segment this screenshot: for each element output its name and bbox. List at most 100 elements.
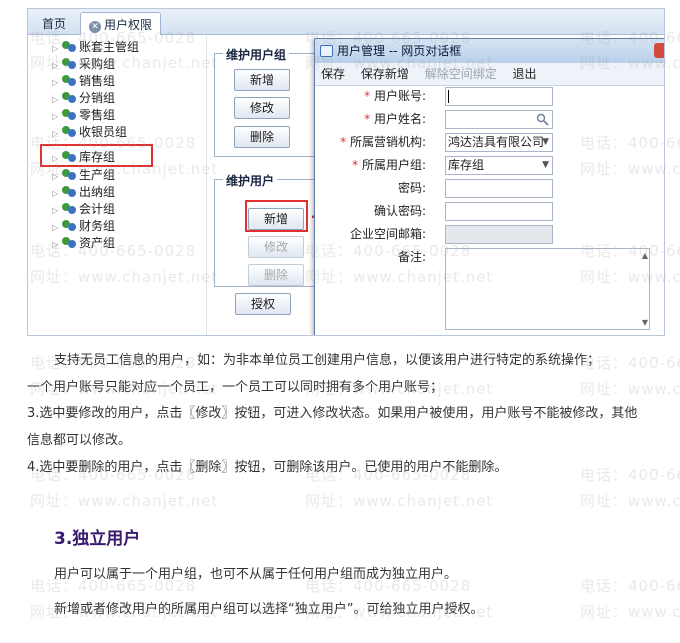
- section-heading: 3.独立用户: [54, 529, 141, 549]
- paragraph-1: 支持无员工信息的用户，如：为非本单位员工创建用户信息，以便该用户进行特定的系统操…: [54, 353, 601, 368]
- unbind-space-button[interactable]: 解除空间绑定: [425, 67, 497, 81]
- expand-arrow-icon[interactable]: ▷: [52, 169, 62, 185]
- tab-home[interactable]: 首页: [34, 12, 74, 35]
- tab-user-permissions[interactable]: ✕ 用户权限: [80, 12, 162, 35]
- close-icon[interactable]: ✕: [89, 21, 101, 33]
- password-input[interactable]: [445, 179, 553, 198]
- paragraph-6: 新增或者修改用户的所属用户组可以选择“独立用户”。可给独立用户授权。: [54, 602, 484, 617]
- dropdown-arrow-icon[interactable]: ▼: [542, 157, 549, 174]
- user-management-dialog: 用户管理 -- 网页对话框 保存 保存新增 解除空间绑定 退出 * 用户账号: …: [314, 38, 664, 335]
- group-label: * 所属用户组:: [352, 158, 426, 172]
- expand-arrow-icon[interactable]: ▷: [52, 237, 62, 253]
- user-group-tree: ▷ 账套主管组 ▷ 采购组 ▷ 销售组 ▷ 分销组 ▷ 零售组 ▷ 收银员组 ▷ 库存组 ▷ 生…: [28, 36, 203, 335]
- edit-user-button[interactable]: 修改: [248, 236, 304, 258]
- dialog-toolbar: 保存 保存新增 解除空间绑定 退出: [315, 63, 664, 85]
- search-icon[interactable]: [536, 113, 549, 126]
- watermark-phone: 电话：400-665-0028: [580, 577, 680, 595]
- tree-item-label: 账套主管组: [79, 40, 140, 54]
- user-maintenance-box: 维护用户 新增 修改 删除: [214, 172, 320, 287]
- user-group-icon: [62, 202, 77, 215]
- watermark-site: 网址：www.chanjet.net: [580, 380, 680, 398]
- tree-item-label: 零售组: [79, 108, 116, 122]
- confirm-password-input[interactable]: [445, 202, 553, 221]
- tree-item-label: 采购组: [79, 57, 116, 71]
- paragraph-3a: 3.选中要修改的用户，点击〖修改〗按钮，可进入修改状态。如果用户被使用，用户账号…: [27, 406, 638, 421]
- tree-item-group[interactable]: ▷ 生产组: [52, 167, 115, 183]
- password-label: 密码:: [397, 181, 426, 195]
- watermark-site: 网址：www.chanjet.net: [305, 492, 494, 510]
- expand-arrow-icon[interactable]: ▷: [52, 58, 62, 74]
- paragraph-4: 4.选中要删除的用户，点击〖删除〗按钮，可删除该用户。已使用的用户不能删除。: [27, 460, 508, 475]
- save-button[interactable]: 保存: [321, 67, 345, 81]
- edit-group-button[interactable]: 修改: [234, 97, 290, 119]
- tree-item-group[interactable]: ▷ 资产组: [52, 235, 115, 251]
- group-box-title: 维护用户组: [223, 46, 290, 63]
- watermark-site: 网址：www.chanjet.net: [580, 603, 680, 621]
- add-user-highlight: [245, 200, 308, 232]
- selection-highlight: [40, 144, 153, 167]
- tree-item-group[interactable]: ▷ 收银员组: [52, 124, 127, 140]
- expand-arrow-icon[interactable]: ▷: [52, 92, 62, 108]
- dialog-title-bar: 用户管理 -- 网页对话框: [315, 39, 664, 63]
- tree-item-group[interactable]: ▷ 采购组: [52, 56, 115, 72]
- scroll-down-icon[interactable]: ▼: [642, 318, 648, 327]
- confirm-password-label: 确认密码:: [373, 204, 426, 218]
- org-select[interactable]: 鸿达洁具有限公司 ▼: [445, 133, 553, 152]
- tree-item-group[interactable]: ▷ 账套主管组: [52, 39, 139, 55]
- dialog-close-icon[interactable]: [654, 43, 664, 58]
- tree-item-label: 会计组: [79, 202, 116, 216]
- paragraph-3b: 信息都可以修改。: [27, 433, 132, 448]
- delete-group-button[interactable]: 删除: [234, 126, 290, 148]
- user-group-icon: [62, 236, 77, 249]
- tree-item-label: 财务组: [79, 219, 116, 233]
- name-input[interactable]: [445, 110, 553, 129]
- expand-arrow-icon[interactable]: ▷: [52, 41, 62, 57]
- email-input: [445, 225, 553, 244]
- tree-item-group[interactable]: ▷ 销售组: [52, 73, 115, 89]
- user-box-title: 维护用户: [223, 172, 278, 189]
- tree-item-group[interactable]: ▷ 出纳组: [52, 184, 115, 200]
- exit-button[interactable]: 退出: [513, 67, 537, 81]
- add-group-button[interactable]: 新增: [234, 69, 290, 91]
- expand-arrow-icon[interactable]: ▷: [52, 203, 62, 219]
- user-group-icon: [62, 185, 77, 198]
- tree-item-group[interactable]: ▷ 分销组: [52, 90, 115, 106]
- panel-divider: [206, 36, 207, 335]
- org-label: * 所属营销机构:: [340, 135, 426, 149]
- note-textarea[interactable]: ▲ ▼: [445, 248, 650, 330]
- name-label: * 用户姓名:: [364, 112, 426, 126]
- tree-item-label: 收银员组: [79, 125, 128, 139]
- tree-item-group[interactable]: ▷ 会计组: [52, 201, 115, 217]
- dialog-form: * 用户账号: * 用户姓名: * 所属营销机构: 鸿达洁具有限公司 ▼ * 所属…: [315, 85, 664, 335]
- save-and-new-button[interactable]: 保存新增: [361, 67, 409, 81]
- note-label: 备注:: [397, 250, 426, 264]
- expand-arrow-icon[interactable]: ▷: [52, 75, 62, 91]
- tree-item-group[interactable]: ▷ 财务组: [52, 218, 115, 234]
- account-input[interactable]: [445, 87, 553, 106]
- authorize-button[interactable]: 授权: [235, 293, 291, 315]
- expand-arrow-icon[interactable]: ▷: [52, 126, 62, 142]
- expand-arrow-icon[interactable]: ▷: [52, 109, 62, 125]
- tree-item-group[interactable]: ▷ 零售组: [52, 107, 115, 123]
- watermark-site: 网址：www.chanjet.net: [30, 492, 219, 510]
- tab-label: 用户权限: [104, 18, 153, 32]
- paragraph-5: 用户可以属于一个用户组，也可不从属于任何用户组而成为独立用户。: [54, 567, 458, 582]
- tree-item-label: 销售组: [79, 74, 116, 88]
- dialog-window-icon: [320, 45, 333, 57]
- disabled-label: 停用: [402, 332, 426, 335]
- user-group-icon: [62, 74, 77, 87]
- user-group-icon: [62, 219, 77, 232]
- group-select[interactable]: 库存组 ▼: [445, 156, 553, 175]
- user-group-icon: [62, 57, 77, 70]
- expand-arrow-icon[interactable]: ▷: [52, 220, 62, 236]
- delete-user-button[interactable]: 删除: [248, 264, 304, 286]
- email-label: 企业空间邮箱:: [349, 227, 426, 241]
- text-cursor: [448, 90, 449, 103]
- tree-item-label: 分销组: [79, 91, 116, 105]
- expand-arrow-icon[interactable]: ▷: [52, 186, 62, 202]
- watermark-phone: 电话：400-665-0028: [580, 466, 680, 484]
- scroll-up-icon[interactable]: ▲: [642, 251, 648, 260]
- user-group-icon: [62, 125, 77, 138]
- dropdown-arrow-icon[interactable]: ▼: [542, 134, 549, 151]
- app-screenshot: 首页 ✕ 用户权限 ▷ 账套主管组 ▷ 采购组 ▷ 销售组 ▷ 分销组 ▷ 零售组 ▷ 收银员…: [27, 8, 665, 336]
